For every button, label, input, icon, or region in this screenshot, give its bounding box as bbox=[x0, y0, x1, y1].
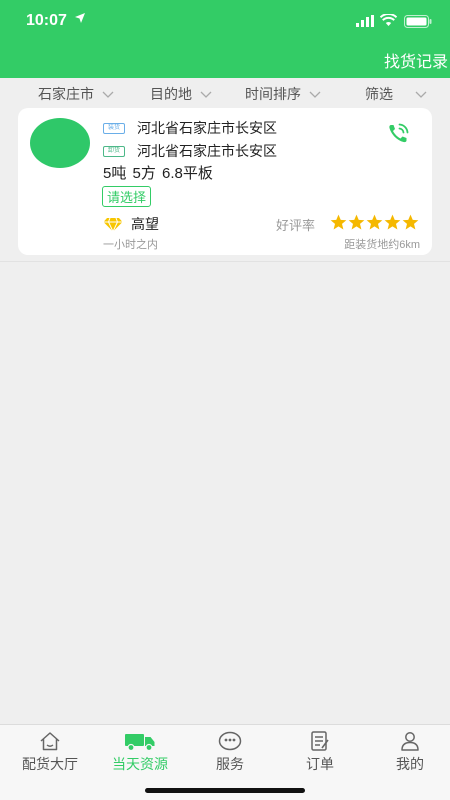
distance: 距装货地约6km bbox=[344, 239, 420, 251]
star-icon bbox=[366, 214, 383, 230]
chevron-down-icon bbox=[200, 91, 212, 98]
star-icon bbox=[384, 214, 401, 230]
location-arrow-icon bbox=[75, 13, 85, 23]
battery-icon bbox=[404, 15, 432, 28]
user-icon bbox=[401, 732, 419, 751]
cargo-listing-card[interactable]: 装货 河北省石家庄市长安区 卸货 河北省石家庄市长安区 5吨 5方 6.8平板 … bbox=[18, 108, 432, 255]
filter-label: 时间排序 bbox=[245, 86, 301, 102]
filter-label: 目的地 bbox=[150, 86, 192, 102]
filter-label: 筛选 bbox=[365, 86, 393, 102]
select-button[interactable]: 请选择 bbox=[102, 186, 152, 207]
diamond-icon bbox=[103, 217, 123, 232]
chevron-down-icon bbox=[102, 91, 114, 98]
filter-label: 石家庄市 bbox=[38, 86, 94, 102]
truck-icon bbox=[125, 734, 155, 751]
tab-label: 订单 bbox=[306, 756, 334, 772]
wifi-icon bbox=[380, 14, 397, 26]
tab-dispatch-hall[interactable]: 配货大厅 bbox=[5, 729, 95, 774]
tab-profile[interactable]: 我的 bbox=[365, 729, 450, 774]
origin-tag: 装货 bbox=[103, 122, 125, 134]
status-time: 10:07 bbox=[26, 12, 67, 29]
tab-label: 我的 bbox=[396, 756, 424, 772]
chevron-down-icon bbox=[415, 91, 427, 98]
destination-address: 河北省石家庄市长安区 bbox=[137, 143, 277, 159]
filter-time-sort[interactable]: 时间排序 bbox=[245, 84, 321, 104]
rating-stars bbox=[330, 214, 420, 230]
chevron-down-icon bbox=[309, 91, 321, 98]
divider bbox=[0, 261, 450, 262]
order-icon bbox=[311, 731, 329, 751]
tab-today-resources[interactable]: 当天资源 bbox=[95, 729, 185, 774]
reputation-label: 高望 bbox=[131, 216, 159, 232]
cargo-specs: 5吨 5方 6.8平板 bbox=[103, 165, 213, 182]
destination-row: 卸货 河北省石家庄市长安区 bbox=[103, 141, 277, 161]
reputation: 高望 bbox=[103, 214, 159, 234]
service-icon bbox=[218, 731, 242, 751]
tab-label: 服务 bbox=[216, 756, 244, 772]
phone-call-icon[interactable] bbox=[386, 122, 410, 146]
filter-destination[interactable]: 目的地 bbox=[150, 84, 212, 104]
tab-label: 当天资源 bbox=[112, 756, 168, 772]
filter-bar: 石家庄市 目的地 时间排序 筛选 bbox=[0, 78, 450, 108]
rating-label: 好评率 bbox=[276, 218, 316, 233]
cellular-signal-icon bbox=[356, 15, 374, 27]
avatar bbox=[30, 118, 90, 168]
origin-address: 河北省石家庄市长安区 bbox=[137, 120, 277, 136]
home-icon bbox=[40, 732, 60, 751]
origin-row: 装货 河北省石家庄市长安区 bbox=[103, 118, 277, 138]
post-time: 一小时之内 bbox=[103, 239, 158, 251]
filter-screen[interactable]: 筛选 bbox=[365, 84, 427, 104]
tab-label: 配货大厅 bbox=[22, 756, 78, 772]
star-icon bbox=[330, 214, 347, 230]
app-header: 找货记录 bbox=[0, 44, 450, 78]
star-icon bbox=[402, 214, 419, 230]
tab-orders[interactable]: 订单 bbox=[275, 729, 365, 774]
tab-service[interactable]: 服务 bbox=[185, 729, 275, 774]
home-indicator bbox=[145, 788, 305, 793]
destination-tag: 卸货 bbox=[103, 145, 125, 157]
star-icon bbox=[348, 214, 365, 230]
filter-city[interactable]: 石家庄市 bbox=[38, 84, 114, 104]
status-bar: 10:07 bbox=[0, 0, 450, 44]
cargo-history-button[interactable]: 找货记录 bbox=[384, 48, 448, 72]
